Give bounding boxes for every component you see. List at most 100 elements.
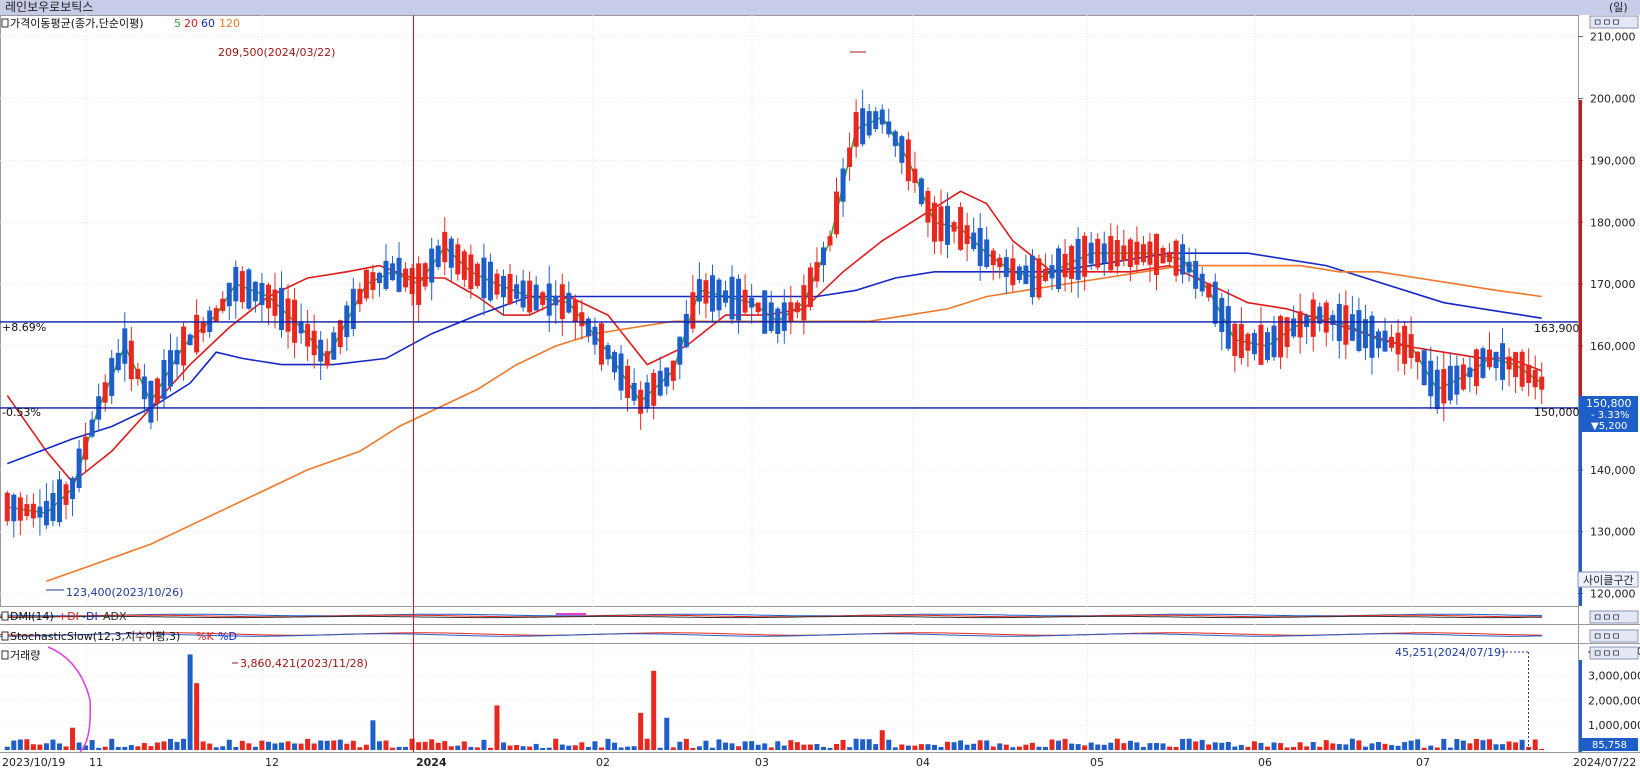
candle-body [376,272,382,284]
volume-bar [1428,745,1434,750]
volume-bar [716,739,722,750]
volume-bar [1127,740,1133,750]
candle-body [1264,332,1270,360]
candle-body [181,326,187,366]
candle-body [4,492,10,522]
candle-body [1114,239,1120,267]
volume-bar [1369,743,1375,750]
candle-body [527,280,533,313]
volume-bar [416,742,422,750]
candle-body [1362,319,1368,349]
month-label: 11 [89,756,103,769]
volume-bar [220,746,226,750]
candle-body [879,109,885,125]
volume-bar [481,739,487,750]
volume-bar [1212,742,1218,750]
volume-bar [135,746,141,750]
price-tick-label: 170,000 [1590,278,1636,291]
volume-bar [1193,741,1199,750]
candle-body [1343,305,1349,345]
candle-body [1134,241,1140,265]
candle-body [1258,324,1264,365]
candle-body [723,290,729,303]
candle-body [1382,330,1388,352]
candle-body [1428,360,1434,397]
volume-bar [122,746,128,750]
candle-body [154,378,160,403]
low-annotation: 123,400(2023/10/26) [66,586,183,599]
candle-body [853,112,859,147]
candle-body [168,350,174,387]
volume-bar [30,744,36,750]
candle-body [1029,255,1035,298]
month-label: 2024 [416,756,447,769]
volume-bar [1297,742,1303,750]
candle-body [396,257,402,292]
candle-body [135,368,141,379]
candle-body [318,339,324,362]
volume-bar [1180,738,1186,750]
volume-bar [1421,747,1427,750]
candle-body [442,231,448,263]
unit-label: (일) [1609,0,1628,14]
candle-body [1140,244,1146,263]
volume-bar [1493,744,1499,750]
price-tick-label: 210,000 [1590,31,1636,44]
stock-chart: 레인보우로보틱스 (일) 210,000 200,000 190,000 180,00… [0,0,1640,769]
volume-bar [938,746,944,750]
volume-bar [866,739,872,750]
volume-bar [63,746,69,750]
candle-body [866,111,872,136]
hline-upper-right-label: 163,900 [1534,322,1580,335]
volume-bar [1056,740,1062,750]
volume-bar [200,741,206,750]
candle-body [1526,364,1532,384]
month-label: 05 [1090,756,1104,769]
candle-body [1036,258,1042,298]
volume-last-annotation: 45,251(2024/07/19) [1395,646,1505,659]
candle-body [1049,265,1055,279]
candle-body [1225,306,1231,349]
candle-body [807,267,813,308]
candle-body [1421,350,1427,386]
volume-range-bar [1579,660,1582,752]
volume-bar [1408,740,1414,750]
volume-bar [1532,739,1538,750]
volume-bar [945,741,951,750]
volume-bar [298,743,304,750]
candle-body [1454,365,1460,395]
volume-bar [847,747,853,750]
candle-body [1127,239,1133,267]
candle-body [1023,265,1029,285]
volume-bar [494,705,500,750]
candle-body [768,302,774,331]
candle-body [246,269,252,309]
hline-lower-right-label: 150,000 [1534,406,1580,419]
candle-body [657,370,663,396]
volume-bar [1232,746,1238,750]
candle-body [83,436,89,460]
candle-body [860,108,866,145]
candle-body [1395,332,1401,355]
candle-body [357,288,363,305]
month-label: 04 [916,756,930,769]
dmi-panel-tools-label: ㅁㅁㅁ [1593,613,1621,624]
dmi-plus-legend: +DI [58,610,79,623]
date-end-label: 2024/07/22 [1573,756,1636,769]
volume-bar [990,746,996,750]
volume-bar [1460,740,1466,750]
candle-body [220,298,226,311]
volume-bar [514,745,520,750]
candle-body [827,236,833,246]
candle-body [17,497,23,521]
volume-bar [807,744,813,750]
candle-body [122,328,128,364]
candle-body [187,334,193,346]
volume-bar [50,739,56,750]
volume-bar [396,746,402,750]
date-start-label: 2023/10/19 [2,756,65,769]
candle-body [1193,260,1199,289]
candle-body [1199,273,1205,292]
candle-body [43,500,49,526]
volume-tick-label: 3,000,000 [1588,670,1640,683]
